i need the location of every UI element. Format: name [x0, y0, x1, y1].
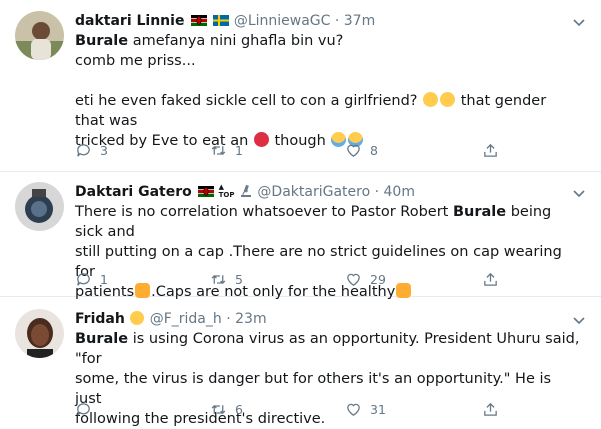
- reply-icon: [77, 143, 90, 157]
- retweet-button[interactable]: 5: [210, 269, 243, 289]
- mention-burale: Burale: [452, 204, 507, 220]
- tweet-card[interactable]: Fridah @F_rida_h · 23m Burale is using C…: [0, 297, 601, 427]
- like-button[interactable]: 8: [345, 140, 378, 160]
- retweet-count: 6: [235, 401, 243, 417]
- caret-down-icon[interactable]: [571, 185, 587, 201]
- text-line: is using Corona virus as an opportunity.…: [75, 331, 580, 367]
- timestamp[interactable]: 37m: [344, 13, 375, 29]
- like-icon: [347, 144, 360, 157]
- like-count: 29: [370, 271, 386, 287]
- share-icon: [484, 402, 497, 416]
- like-count: 31: [370, 401, 386, 417]
- top-badge-text: TOP: [218, 191, 235, 199]
- reply-count: 3: [100, 142, 108, 158]
- confounded-face-emoji-icon: [423, 92, 439, 107]
- reply-count: 1: [100, 271, 108, 287]
- avatar[interactable]: [15, 182, 64, 231]
- tweet-card[interactable]: daktari Linnie @LinniewaGC · 37m Burale …: [0, 0, 601, 172]
- share-button[interactable]: [482, 399, 507, 419]
- avatar[interactable]: [15, 309, 64, 358]
- retweet-count: 1: [235, 142, 243, 158]
- like-icon: [347, 403, 360, 416]
- microscope-icon: [239, 184, 253, 198]
- reply-button[interactable]: [75, 399, 100, 419]
- caret-down-icon[interactable]: [571, 312, 587, 328]
- text-line: comb me priss...: [75, 53, 196, 69]
- share-icon: [484, 272, 497, 286]
- avatar[interactable]: [15, 11, 64, 60]
- author-handle[interactable]: @LinniewaGC: [234, 13, 331, 29]
- like-icon: [347, 273, 360, 286]
- kenya-flag-icon: [198, 184, 215, 197]
- author-name[interactable]: daktari Linnie: [75, 13, 184, 29]
- retweet-count: 5: [235, 271, 243, 287]
- share-icon: [484, 143, 497, 157]
- retweet-icon: [211, 274, 226, 284]
- reply-button[interactable]: 1: [75, 269, 108, 289]
- author-name[interactable]: Fridah: [75, 311, 125, 327]
- top-badge-icon: ▲ TOP: [218, 183, 235, 199]
- reply-icon: [77, 402, 90, 416]
- sweden-flag-icon: [213, 13, 230, 26]
- author-handle[interactable]: @DaktariGatero: [257, 184, 370, 200]
- retweet-icon: [211, 145, 226, 155]
- hand-over-mouth-emoji-icon: [440, 92, 456, 107]
- separator-dot: ·: [334, 13, 340, 29]
- like-count: 8: [370, 142, 378, 158]
- text-line: amefanya nini ghafla bin vu?: [128, 33, 344, 49]
- author-handle[interactable]: @F_rida_h: [150, 311, 222, 327]
- kenya-flag-icon: [190, 13, 207, 26]
- tweet-text: Burale amefanya nini ghafla bin vu? comb…: [75, 31, 580, 151]
- mention-burale: Burale: [75, 33, 129, 49]
- retweet-button[interactable]: 1: [210, 140, 243, 160]
- tweet-card[interactable]: Daktari Gatero ▲ TOP @DaktariGatero · 40m…: [0, 172, 601, 300]
- text-line: eti he even faked sickle cell to con a g…: [75, 93, 418, 109]
- timestamp[interactable]: 23m: [235, 311, 266, 327]
- reply-icon: [77, 272, 90, 286]
- text-line: There is no correlation whatsoever to Pa…: [75, 204, 453, 220]
- timestamp[interactable]: 40m: [384, 184, 415, 200]
- author-name[interactable]: Daktari Gatero: [75, 184, 192, 200]
- face-blowing-kiss-emoji-icon: [130, 311, 145, 325]
- like-button[interactable]: 29: [345, 269, 386, 289]
- like-button[interactable]: 31: [345, 399, 386, 419]
- separator-dot: ·: [226, 311, 231, 327]
- share-button[interactable]: [482, 269, 507, 289]
- separator-dot: ·: [374, 184, 380, 200]
- mention-burale: Burale: [75, 331, 129, 347]
- retweet-button[interactable]: 6: [210, 399, 243, 419]
- caret-down-icon[interactable]: [571, 14, 587, 30]
- retweet-icon: [211, 404, 226, 414]
- share-button[interactable]: [482, 140, 507, 160]
- reply-button[interactable]: 3: [75, 140, 108, 160]
